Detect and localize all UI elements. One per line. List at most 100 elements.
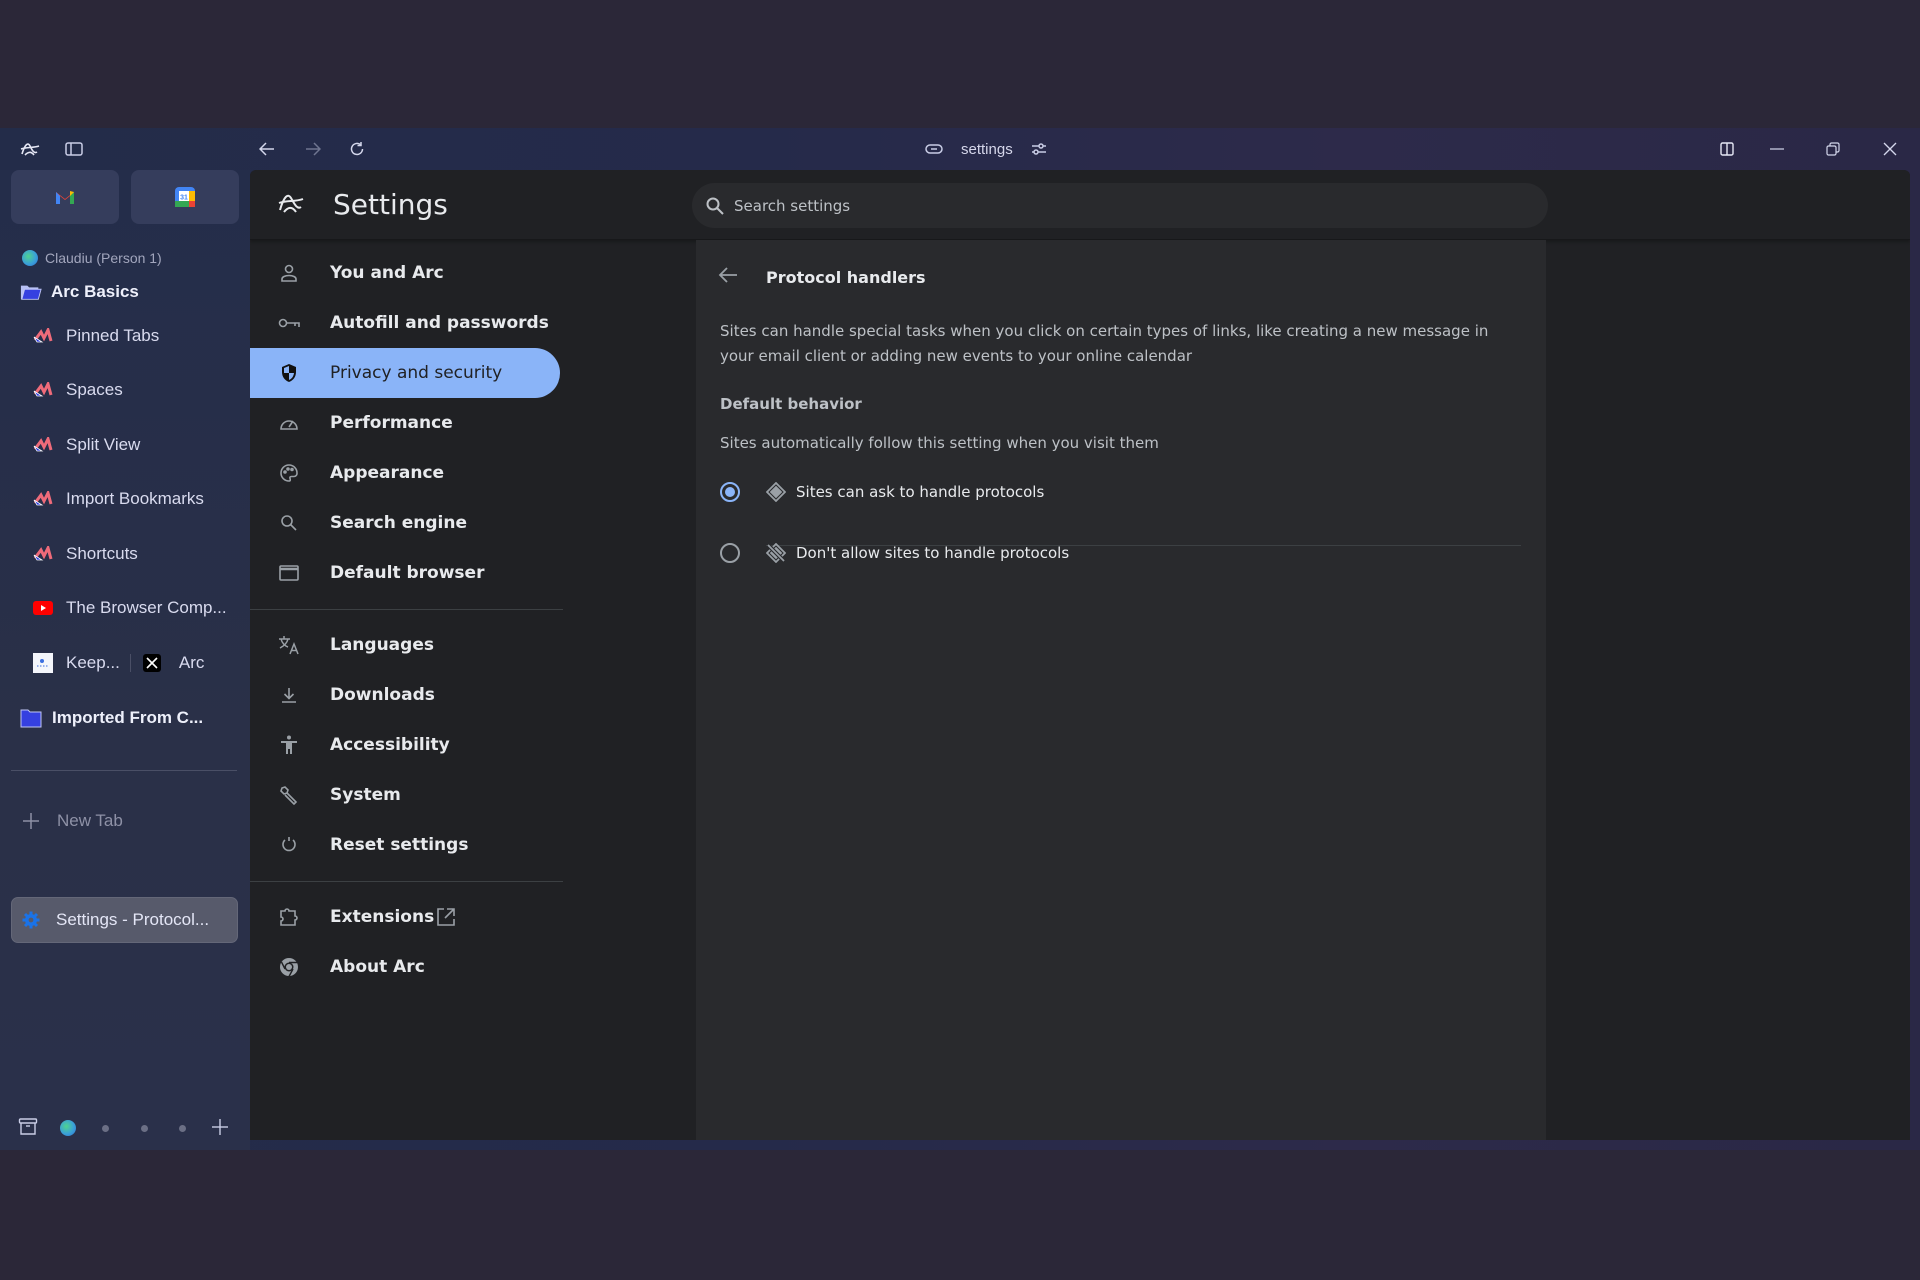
- nav-label: About Arc: [330, 957, 425, 977]
- palette-icon: [278, 462, 300, 484]
- download-icon: [278, 684, 300, 706]
- close-icon[interactable]: [1879, 138, 1901, 160]
- folder-imported[interactable]: Imported From C...: [0, 698, 250, 738]
- arc-tab-icon: [32, 488, 54, 510]
- section-title: Default behavior: [720, 395, 862, 413]
- tab-label: Arc: [178, 653, 205, 672]
- person-icon: [278, 262, 300, 284]
- tab-item[interactable]: Pinned Tabs: [0, 316, 250, 356]
- space-globe-icon[interactable]: [60, 1120, 76, 1136]
- back-icon[interactable]: [256, 138, 278, 160]
- space-dot[interactable]: [179, 1125, 186, 1132]
- browser-window-icon: [278, 562, 300, 584]
- space-dot[interactable]: [141, 1125, 148, 1132]
- pinned-calendar[interactable]: 31: [131, 170, 239, 224]
- sidebar-toggle-icon[interactable]: [63, 139, 85, 159]
- nav-divider: [250, 881, 563, 882]
- arc-tab-icon: [32, 543, 54, 565]
- settings-header: Settings Search settings: [250, 170, 1910, 240]
- chrome-icon: [278, 956, 300, 978]
- site-controls-icon[interactable]: [1031, 142, 1047, 156]
- section-subtitle: Sites automatically follow this setting …: [720, 434, 1159, 452]
- youtube-icon: [32, 597, 54, 619]
- arc-settings-logo-icon: [276, 190, 306, 221]
- link-icon[interactable]: [925, 143, 943, 155]
- external-link-icon: [436, 907, 456, 927]
- tab-item[interactable]: Import Bookmarks: [0, 479, 250, 519]
- nav-you-and-arc[interactable]: You and Arc: [250, 248, 560, 298]
- forward-icon[interactable]: [302, 138, 324, 160]
- back-arrow-icon[interactable]: [718, 266, 738, 289]
- search-icon: [278, 512, 300, 534]
- nav-privacy-security[interactable]: Privacy and security: [250, 348, 560, 398]
- arc-logo-icon[interactable]: [18, 138, 42, 160]
- nav-system[interactable]: System: [250, 770, 560, 820]
- url-text[interactable]: settings: [961, 141, 1013, 158]
- nav-autofill[interactable]: Autofill and passwords: [250, 298, 560, 348]
- calendar-icon: 31: [175, 187, 195, 207]
- profile-label[interactable]: Claudiu (Person 1): [22, 250, 162, 266]
- shield-icon: [278, 362, 300, 384]
- nav-label: Performance: [330, 413, 453, 433]
- address-bar[interactable]: settings: [925, 138, 1047, 160]
- translate-icon: [278, 634, 300, 656]
- nav-appearance[interactable]: Appearance: [250, 448, 560, 498]
- nav-accessibility[interactable]: Accessibility: [250, 720, 560, 770]
- nav-reset-settings[interactable]: Reset settings: [250, 820, 560, 870]
- accessibility-icon: [278, 734, 300, 756]
- arc-tab-icon: [32, 434, 54, 456]
- tab-label: Import Bookmarks: [66, 489, 204, 508]
- nav-search-engine[interactable]: Search engine: [250, 498, 560, 548]
- reload-icon[interactable]: [346, 138, 368, 160]
- nav-label: Extensions: [330, 907, 435, 927]
- keep-favicon-icon: [32, 652, 54, 674]
- speedometer-icon: [278, 412, 300, 434]
- split-view-icon[interactable]: [1716, 138, 1738, 160]
- nav-label: Privacy and security: [330, 363, 503, 383]
- new-tab-button[interactable]: New Tab: [0, 801, 250, 841]
- nav-downloads[interactable]: Downloads: [250, 670, 560, 720]
- search-settings-input[interactable]: Search settings: [692, 183, 1548, 228]
- space-dot[interactable]: [102, 1125, 109, 1132]
- settings-page: Settings Search settings You and Arc Aut…: [250, 170, 1910, 1140]
- tab-item[interactable]: The Browser Comp...: [0, 588, 250, 628]
- option-allow-protocols[interactable]: Sites can ask to handle protocols: [720, 472, 1520, 512]
- new-space-icon[interactable]: [210, 1117, 230, 1137]
- profile-name: Claudiu (Person 1): [45, 250, 162, 266]
- nav-label: Downloads: [330, 685, 435, 705]
- nav-languages[interactable]: Languages: [250, 620, 560, 670]
- arc-browser-window: settings 31 Claudiu (Person 1) Arc Basic…: [0, 128, 1920, 1150]
- reset-icon: [278, 834, 300, 856]
- split-tab-item[interactable]: Keep... Arc: [0, 643, 250, 683]
- nav-performance[interactable]: Performance: [250, 398, 560, 448]
- archive-icon[interactable]: [18, 1116, 38, 1138]
- nav-extensions[interactable]: Extensions: [250, 892, 560, 942]
- sidebar-divider: [11, 770, 237, 771]
- option-label: Don't allow sites to handle protocols: [796, 544, 1070, 562]
- page-description: Sites can handle special tasks when you …: [720, 322, 1489, 365]
- gear-icon: [22, 911, 40, 929]
- pinned-apps: 31: [11, 170, 239, 224]
- nav-about-arc[interactable]: About Arc: [250, 942, 560, 992]
- pinned-gmail[interactable]: [11, 170, 119, 224]
- page-title: Protocol handlers: [766, 268, 926, 287]
- minimize-icon[interactable]: [1766, 138, 1788, 160]
- protocol-handler-icon: [766, 482, 786, 502]
- search-placeholder: Search settings: [734, 196, 851, 215]
- tab-item[interactable]: Shortcuts: [0, 534, 250, 574]
- nav-default-browser[interactable]: Default browser: [250, 548, 560, 598]
- folder-arc-basics[interactable]: Arc Basics: [0, 272, 250, 312]
- folder-label: Arc Basics: [51, 282, 139, 301]
- protocol-handler-off-icon: [766, 543, 786, 563]
- active-tab[interactable]: Settings - Protocol...: [11, 897, 238, 943]
- tab-item[interactable]: Spaces: [0, 370, 250, 410]
- split-divider: [129, 654, 131, 672]
- nav-label: Search engine: [330, 513, 467, 533]
- option-block-protocols[interactable]: Don't allow sites to handle protocols: [720, 533, 1520, 573]
- radio-button[interactable]: [720, 543, 740, 563]
- radio-button-selected[interactable]: [720, 482, 740, 502]
- arc-tab-icon: [32, 325, 54, 347]
- active-tab-label: Settings - Protocol...: [56, 910, 210, 929]
- restore-icon[interactable]: [1822, 138, 1844, 160]
- tab-item[interactable]: Split View: [0, 425, 250, 465]
